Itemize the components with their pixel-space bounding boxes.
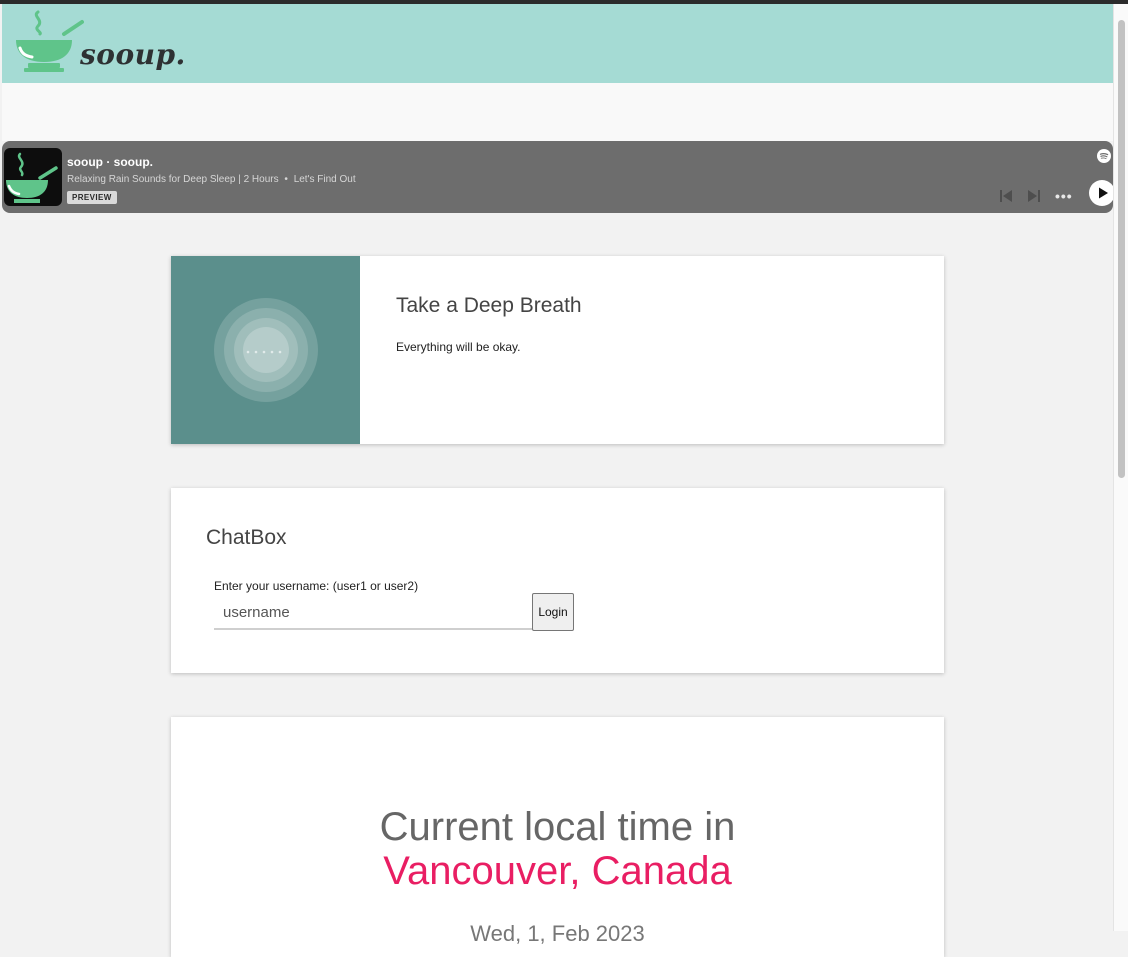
current-date: Wed, 1, Feb 2023 <box>470 921 645 946</box>
spotify-icon[interactable] <box>1097 149 1111 163</box>
local-time-card: Current local time in Vancouver, Canada … <box>171 717 944 957</box>
brand-name: sooup. <box>80 38 186 71</box>
soup-bowl-icon <box>16 10 84 72</box>
more-icon[interactable]: ••• <box>1055 188 1073 204</box>
login-button[interactable]: Login <box>532 593 574 631</box>
chatbox-card: ChatBox Enter your username: (user1 or u… <box>171 488 944 673</box>
card-text: Everything will be okay. <box>396 340 521 354</box>
city-name: Vancouver, Canada <box>383 849 732 893</box>
play-button[interactable] <box>1089 180 1115 206</box>
header-spacer <box>2 83 1113 141</box>
player-title[interactable]: sooup · sooup. <box>67 155 153 169</box>
site-header: sooup. <box>2 4 1113 83</box>
previous-icon[interactable] <box>999 189 1013 203</box>
player-subtitle: Relaxing Rain Sounds for Deep Sleep | 2 … <box>67 174 356 185</box>
username-label: Enter your username: (user1 or user2) <box>214 579 419 593</box>
deep-breath-card: Take a Deep Breath Everything will be ok… <box>171 256 944 444</box>
play-icon <box>1099 187 1108 199</box>
scrollbar-thumb[interactable] <box>1118 20 1125 478</box>
album-art[interactable] <box>4 148 62 206</box>
chatbox-title: ChatBox <box>206 526 287 549</box>
username-input[interactable] <box>214 596 532 630</box>
track-name[interactable]: Relaxing Rain Sounds for Deep Sleep | 2 … <box>67 174 279 185</box>
site-logo[interactable]: sooup. <box>14 8 186 78</box>
page-scrollbar[interactable] <box>1113 4 1128 931</box>
episode-name[interactable]: Let's Find Out <box>294 174 356 185</box>
soup-bowl-icon <box>6 152 58 203</box>
separator-dot: • <box>284 174 288 185</box>
breathing-animation <box>171 256 360 444</box>
time-heading: Current local time in <box>379 805 736 849</box>
card-title: Take a Deep Breath <box>396 294 582 317</box>
next-icon[interactable] <box>1027 189 1041 203</box>
spotify-embed-player[interactable]: sooup · sooup. Relaxing Rain Sounds for … <box>2 141 1115 213</box>
preview-badge: PREVIEW <box>67 191 117 204</box>
